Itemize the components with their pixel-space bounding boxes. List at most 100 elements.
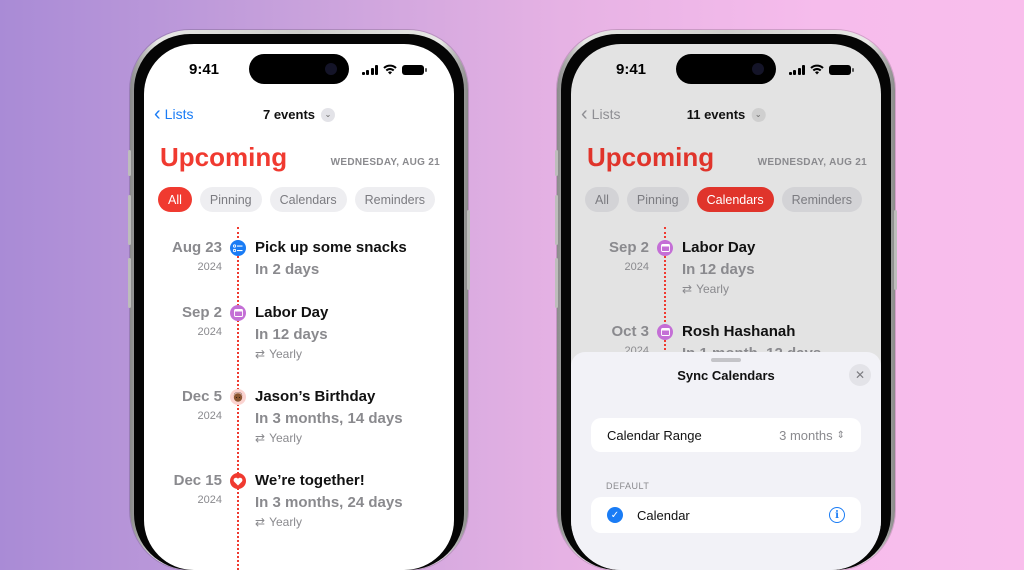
info-icon[interactable]: i <box>829 507 845 523</box>
repeat-label: Yearly <box>269 515 302 529</box>
back-label: Lists <box>591 106 621 122</box>
event-title: Pick up some snacks <box>255 239 407 256</box>
phone-left: 9:41 ‹ Lists 7 events ⌄ Upcoming WEDNESD… <box>128 30 470 570</box>
filter-pinning[interactable]: Pinning <box>199 187 262 212</box>
event-date: Dec 15 <box>173 472 222 489</box>
battery-icon <box>829 64 854 75</box>
event-title: Labor Day <box>255 304 329 321</box>
avatar-icon <box>230 389 246 405</box>
calendar-range-row[interactable]: Calendar Range 3 months ⇕ <box>591 418 861 452</box>
filter-tabs: All Pinning Calendars Reminders <box>585 187 863 212</box>
action-button <box>555 150 558 176</box>
sheet-grabber[interactable] <box>711 358 741 362</box>
volume-up-button <box>128 195 131 245</box>
filter-all[interactable]: All <box>158 187 192 212</box>
back-label: Lists <box>164 106 194 122</box>
heart-icon <box>230 473 246 489</box>
event-title: Rosh Hashanah <box>682 323 796 340</box>
timeline: Aug 23 2024 Pick up some snacks In 2 day… <box>144 227 454 570</box>
nav-title: 11 events <box>686 107 746 122</box>
repeat-label: Yearly <box>269 431 302 445</box>
back-button[interactable]: ‹ Lists <box>154 103 194 125</box>
power-button <box>467 210 470 290</box>
page-title: Upcoming <box>587 142 715 172</box>
reminder-list-icon <box>230 240 246 256</box>
filter-reminders[interactable]: Reminders <box>781 187 863 212</box>
events-count-menu[interactable]: 11 events ⌄ <box>687 107 766 122</box>
calendar-icon <box>230 305 246 321</box>
back-button[interactable]: ‹ Lists <box>581 103 621 125</box>
wifi-icon <box>810 64 824 75</box>
power-button <box>894 210 897 290</box>
repeat-label: Yearly <box>696 282 729 296</box>
nav-bar: ‹ Lists 7 events ⌄ <box>144 103 454 126</box>
events-count-menu[interactable]: 7 events ⌄ <box>262 107 336 122</box>
calendar-icon <box>657 240 673 256</box>
filter-all[interactable]: All <box>585 187 619 212</box>
battery-icon <box>402 64 427 75</box>
dynamic-island <box>676 54 776 84</box>
nav-bar: ‹ Lists 11 events ⌄ <box>571 103 881 126</box>
event-date: Dec 5 <box>181 388 222 405</box>
current-date: WEDNESDAY, AUG 21 <box>330 157 440 168</box>
sync-calendars-sheet: Sync Calendars ✕ Calendar Range 3 months… <box>571 352 881 570</box>
event-relative-time: In 12 days <box>682 261 755 278</box>
repeat-icon: ⇄ <box>682 282 693 296</box>
chevron-left-icon: ‹ <box>154 103 161 125</box>
event-title: Labor Day <box>682 239 756 256</box>
event-year: 2024 <box>197 261 222 273</box>
repeat-icon: ⇄ <box>255 431 266 445</box>
status-time: 9:41 <box>189 61 220 78</box>
checkmark-icon[interactable]: ✓ <box>607 507 623 523</box>
repeat-icon: ⇄ <box>255 515 266 529</box>
screen: 9:41 ‹ Lists 7 events ⌄ Upcoming WEDNESD… <box>144 44 454 570</box>
filter-tabs: All Pinning Calendars Reminders <box>158 187 436 212</box>
volume-down-button <box>128 258 131 308</box>
event-date: Aug 23 <box>171 239 222 256</box>
wifi-icon <box>383 64 397 75</box>
current-date: WEDNESDAY, AUG 21 <box>757 157 867 168</box>
chevron-left-icon: ‹ <box>581 103 588 125</box>
chevron-up-down-icon: ⇕ <box>836 429 845 441</box>
nav-title: 7 events <box>262 107 316 122</box>
chevron-down-icon: ⌄ <box>751 107 766 122</box>
status-time: 9:41 <box>616 61 647 78</box>
event-title: Jason’s Birthday <box>255 388 376 405</box>
sheet-title: Sync Calendars <box>677 368 775 383</box>
event-relative-time: In 12 days <box>255 326 328 343</box>
repeat-icon: ⇄ <box>255 347 266 361</box>
dynamic-island <box>249 54 349 84</box>
event-date: Oct 3 <box>611 323 649 340</box>
filter-pinning[interactable]: Pinning <box>626 187 689 212</box>
event-year: 2024 <box>197 326 222 338</box>
event-relative-time: In 3 months, 24 days <box>255 494 403 511</box>
event-date: Sep 2 <box>608 239 649 256</box>
close-icon: ✕ <box>854 368 866 382</box>
volume-up-button <box>555 195 558 245</box>
cellular-signal-icon <box>788 64 805 75</box>
event-year: 2024 <box>197 494 222 506</box>
close-button[interactable]: ✕ <box>849 364 871 386</box>
filter-reminders[interactable]: Reminders <box>354 187 436 212</box>
filter-calendars[interactable]: Calendars <box>696 187 774 212</box>
volume-down-button <box>555 258 558 308</box>
cellular-signal-icon <box>361 64 378 75</box>
status-icons <box>788 64 854 75</box>
event-year: 2024 <box>197 410 222 422</box>
section-label-default: DEFAULT <box>606 481 650 491</box>
event-relative-time: In 2 days <box>255 261 320 278</box>
calendar-name: Calendar <box>637 507 690 523</box>
page-title: Upcoming <box>160 142 288 172</box>
event-year: 2024 <box>624 261 649 273</box>
event-relative-time: In 3 months, 14 days <box>255 410 403 427</box>
event-title: We’re together! <box>255 472 365 489</box>
event-date: Sep 2 <box>181 304 222 321</box>
chevron-down-icon: ⌄ <box>321 107 336 122</box>
screen: 9:41 ‹ Lists 11 events ⌄ Upcoming WEDNES… <box>571 44 881 570</box>
phone-right: 9:41 ‹ Lists 11 events ⌄ Upcoming WEDNES… <box>555 30 897 570</box>
calendar-row[interactable]: ✓ Calendar i <box>591 497 861 533</box>
calendar-icon <box>657 324 673 340</box>
repeat-label: Yearly <box>269 347 302 361</box>
filter-calendars[interactable]: Calendars <box>269 187 347 212</box>
status-icons <box>361 64 427 75</box>
